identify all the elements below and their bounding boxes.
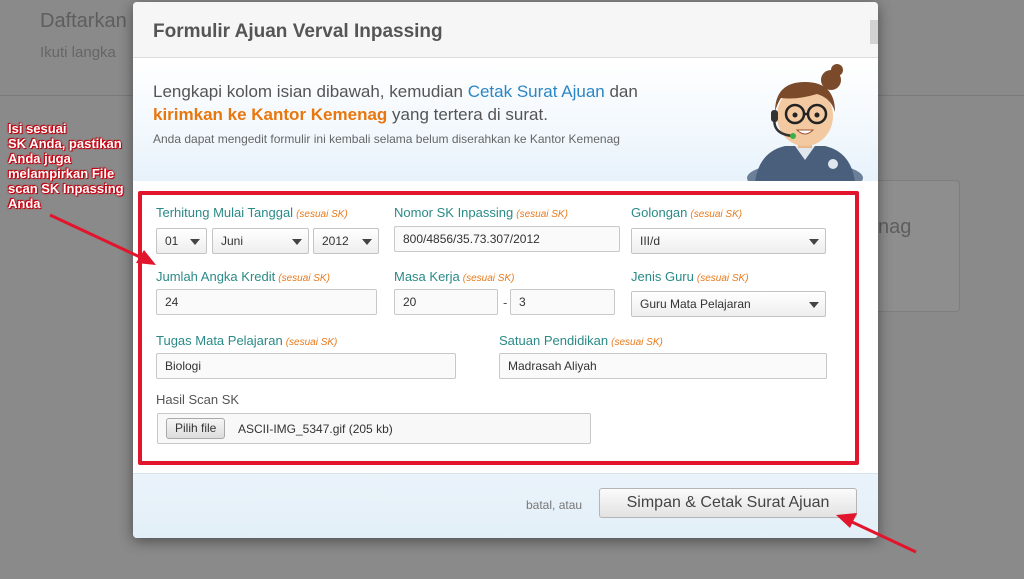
kirimkan-highlight: kirimkan ke Kantor Kemenag <box>153 105 388 124</box>
callout-line: SK Anda, pastikan <box>8 136 122 151</box>
intro-text: Lengkapi kolom isian dibawah, kemudian <box>153 82 468 101</box>
scrollbar-handle[interactable] <box>870 20 878 44</box>
save-print-button[interactable]: Simpan & Cetak Surat Ajuan <box>599 488 857 518</box>
modal-title: Formulir Ajuan Verval Inpassing <box>153 21 443 42</box>
support-agent-illustration <box>747 64 863 182</box>
intro-line-1: Lengkapi kolom isian dibawah, kemudian C… <box>153 82 638 102</box>
cetak-surat-highlight: Cetak Surat Ajuan <box>467 82 605 101</box>
intro-text-2-suffix: yang tertera di surat. <box>387 105 548 124</box>
annotation-highlight-frame <box>138 191 859 465</box>
modal-header: Formulir Ajuan Verval Inpassing <box>133 2 878 58</box>
cancel-link[interactable]: batal, atau <box>526 498 582 512</box>
background-subtitle: Ikuti langka <box>40 44 116 61</box>
callout-line: Anda <box>8 196 41 211</box>
background-title: Daftarkan <box>40 10 127 32</box>
callout-line: Anda juga <box>8 151 71 166</box>
modal-footer: batal, atau Simpan & Cetak Surat Ajuan <box>133 473 878 538</box>
callout-line: melampirkan File <box>8 166 115 181</box>
intro-text-suffix: dan <box>604 82 638 101</box>
intro-note: Anda dapat mengedit formulir ini kembali… <box>153 132 620 146</box>
annotation-callout: Isi sesuai SK Anda, pastikan Anda juga m… <box>8 121 148 211</box>
callout-line: Isi sesuai <box>8 121 67 136</box>
background-card-text: nag <box>878 216 912 238</box>
callout-line: scan SK Inpassing <box>8 181 124 196</box>
intro-line-2: kirimkan ke Kantor Kemenag yang tertera … <box>153 105 548 125</box>
background-card <box>876 180 960 312</box>
